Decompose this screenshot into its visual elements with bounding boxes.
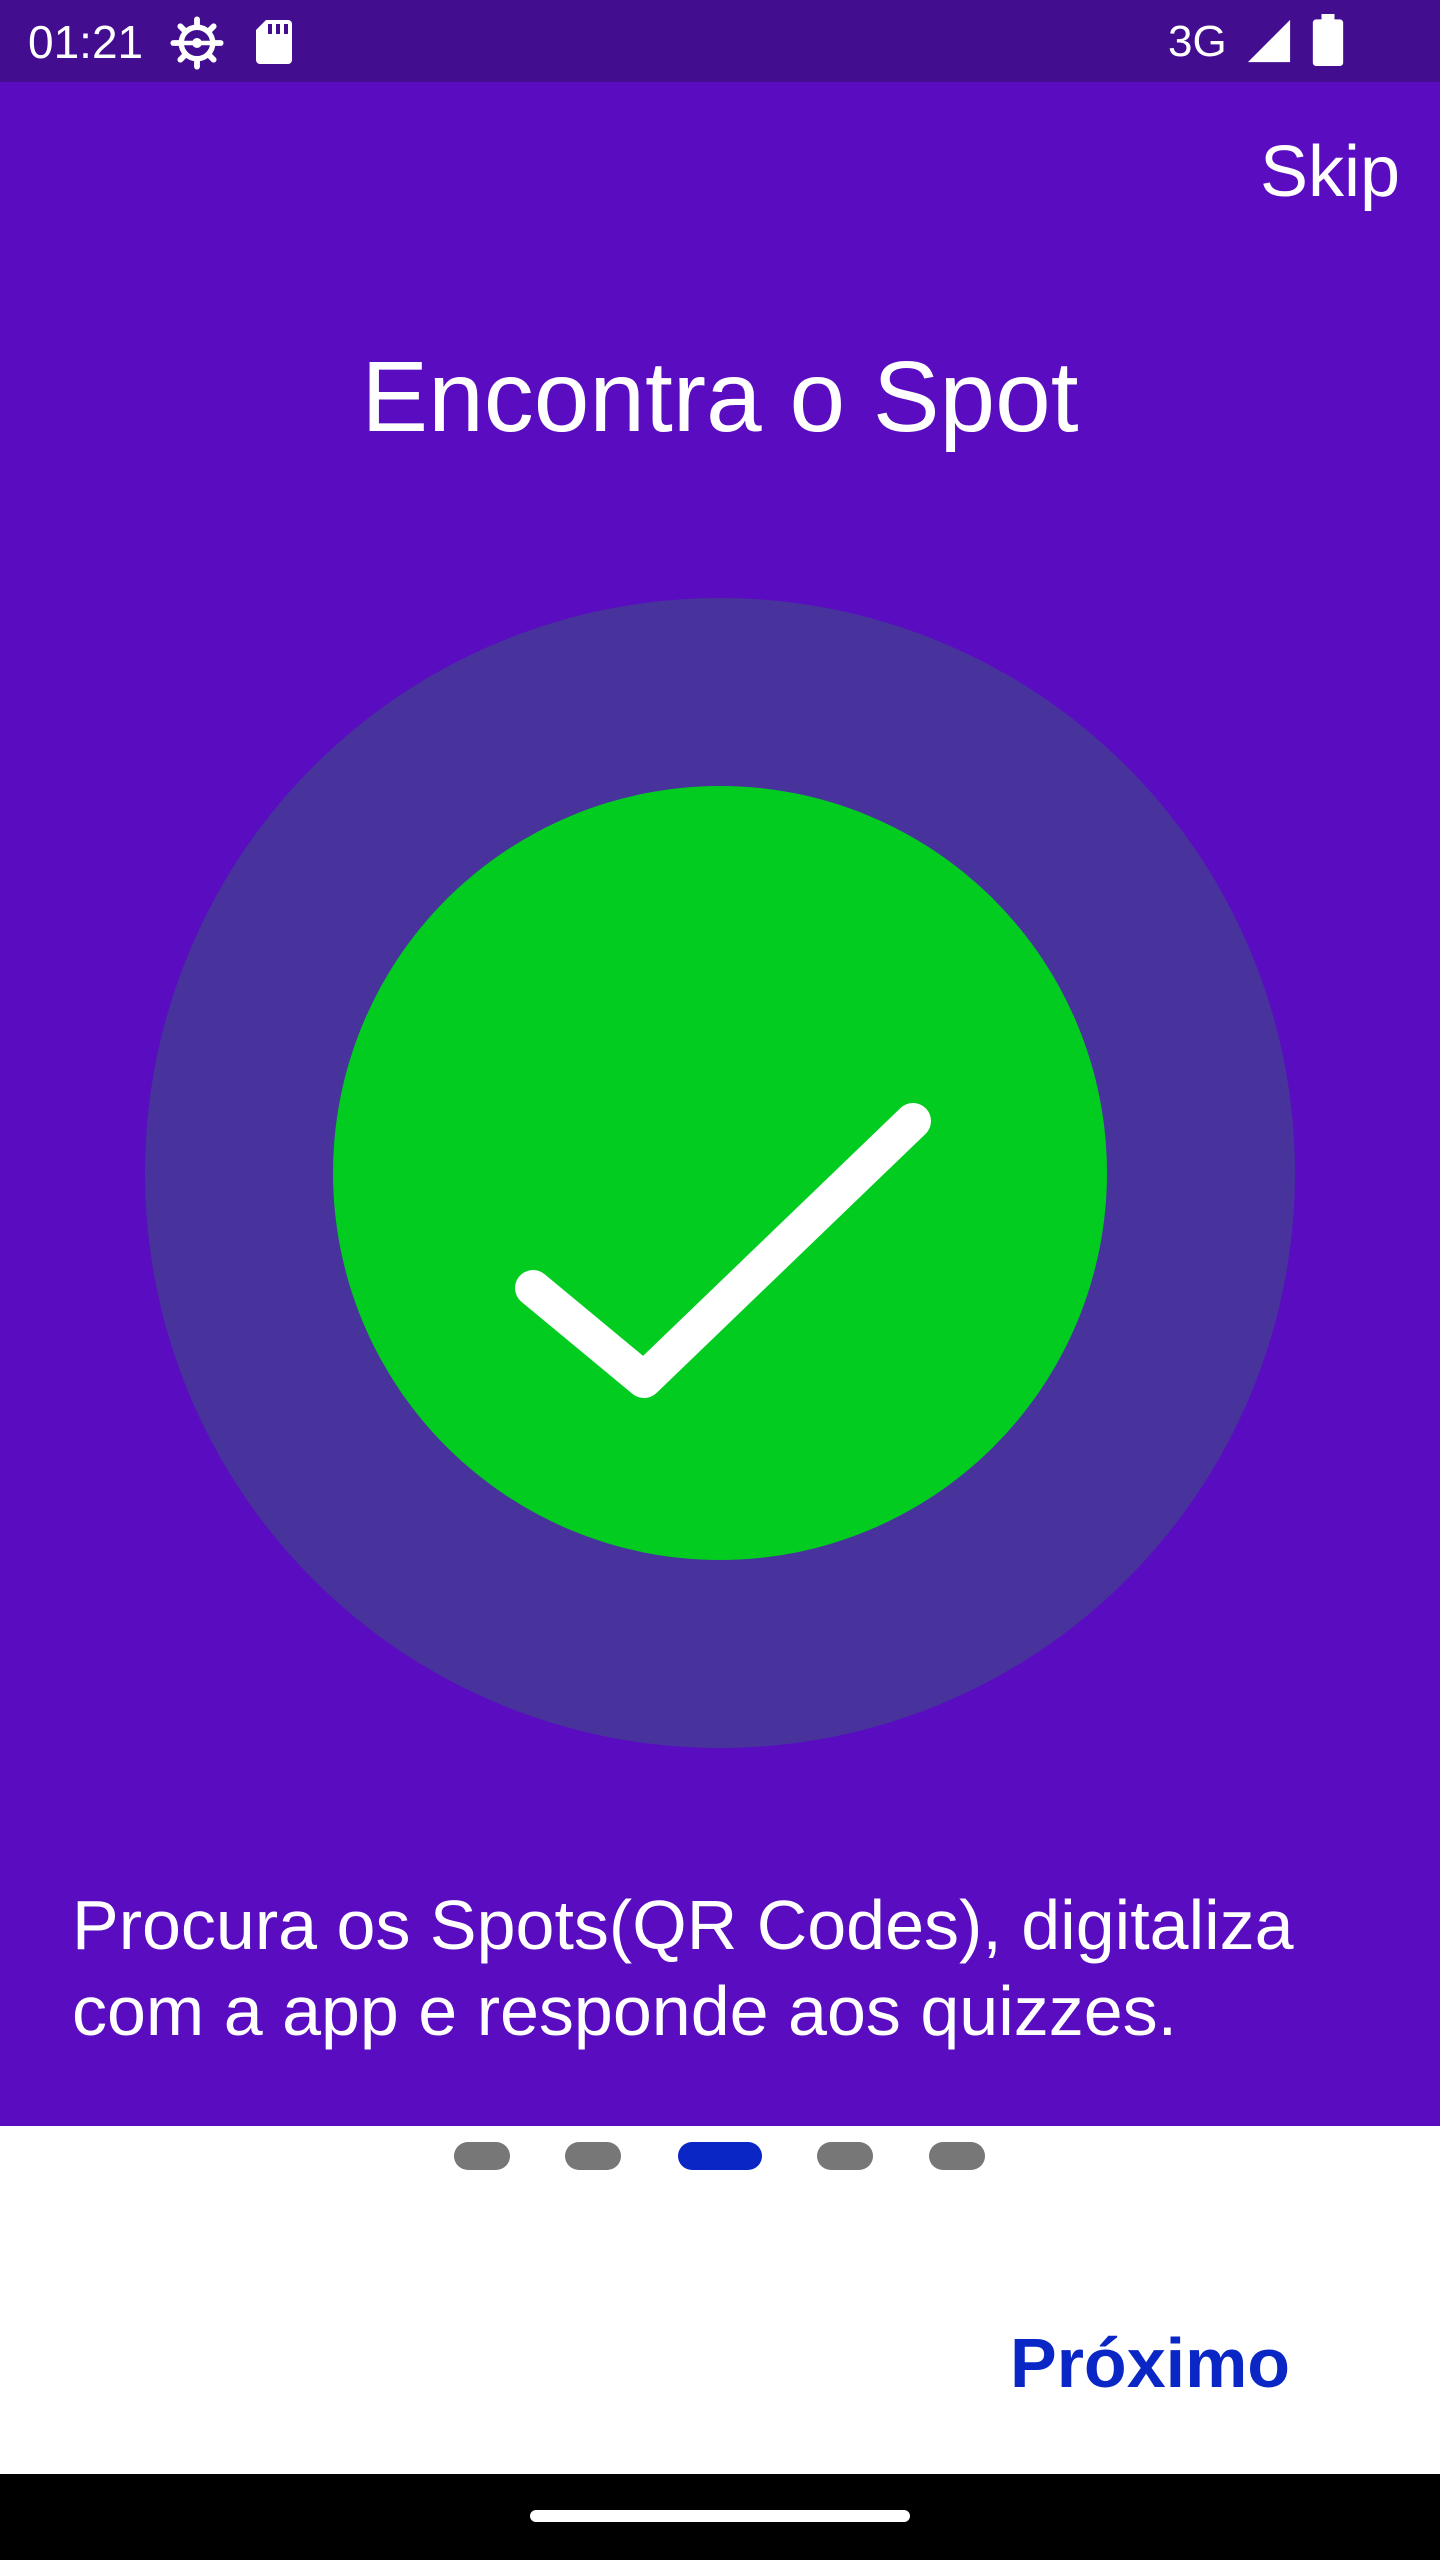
slide-title: Encontra o Spot: [361, 341, 1079, 453]
sd-card-icon: [254, 18, 294, 71]
signal-icon: [1246, 18, 1292, 69]
status-time: 01:21: [28, 16, 144, 68]
inner-circle: [333, 786, 1107, 1560]
slide-description: Procura os Spots(QR Codes), digitaliza c…: [72, 1886, 1294, 2050]
success-illustration: [145, 598, 1295, 1748]
page-indicator-5[interactable]: [929, 2142, 985, 2170]
page-indicators: [0, 2142, 1440, 2172]
page-indicator-2[interactable]: [565, 2142, 621, 2170]
navigation-bar: [0, 2474, 1440, 2560]
page-indicator-1[interactable]: [454, 2142, 510, 2170]
status-bar: 01:21 3G: [0, 0, 1440, 82]
onboarding-slide: Skip Encontra o Spot Procura os Spots(QR…: [0, 82, 1440, 2126]
page-indicator-4[interactable]: [817, 2142, 873, 2170]
network-type: 3G: [1168, 17, 1227, 66]
skip-button[interactable]: Skip: [1260, 136, 1400, 208]
battery-icon: [1312, 14, 1344, 71]
home-handle[interactable]: [530, 2510, 910, 2522]
page-indicator-3[interactable]: [678, 2142, 762, 2170]
settings-icon: [170, 16, 224, 75]
next-button[interactable]: Próximo: [1010, 2328, 1290, 2398]
